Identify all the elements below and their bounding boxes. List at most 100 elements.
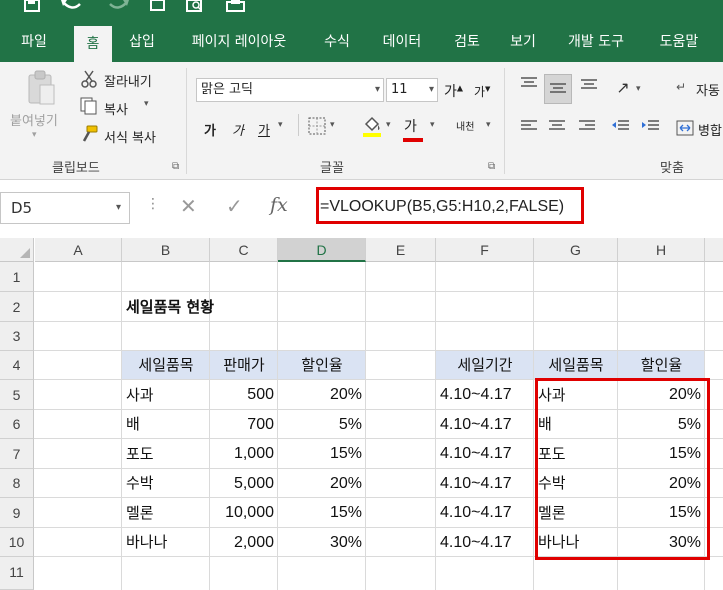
border-icon[interactable] (308, 117, 326, 139)
column-header-e[interactable]: E (366, 238, 436, 262)
table-cell-b5[interactable]: 사과 (122, 380, 210, 410)
row-header-3[interactable]: 3 (0, 322, 34, 351)
table-cell-g8[interactable]: 수박 (534, 469, 618, 498)
orientation-button[interactable]: ↗ (610, 78, 636, 102)
insert-function-icon[interactable]: fx (270, 194, 288, 216)
align-middle-button[interactable] (544, 74, 572, 104)
table-cell-b8[interactable]: 수박 (122, 469, 210, 498)
row-header-7[interactable]: 7 (0, 439, 34, 469)
row-header-10[interactable]: 10 (0, 528, 34, 557)
tab-help[interactable]: 도움말 (644, 22, 714, 62)
table-cell-d7[interactable]: 15% (278, 439, 366, 469)
column-header-f[interactable]: F (436, 238, 534, 262)
copy-icon[interactable] (80, 97, 98, 119)
undo-icon[interactable] (60, 0, 84, 14)
tab-page-layout[interactable]: 페이지 레이아웃 (176, 22, 302, 62)
column-header-g[interactable]: G (534, 238, 618, 262)
row-header-9[interactable]: 9 (0, 498, 34, 528)
border-dropdown-icon[interactable]: ▾ (330, 120, 335, 130)
increase-indent-button[interactable] (638, 118, 664, 142)
font-launcher-icon[interactable]: ⧉ (488, 161, 495, 172)
align-left-button[interactable] (516, 118, 542, 142)
paste-button[interactable]: 붙여넣기 (10, 110, 58, 129)
header-cell-f4[interactable]: 세일기간 (436, 351, 534, 380)
table-cell-f10[interactable]: 4.10~4.17 (436, 528, 534, 557)
align-right-button[interactable] (574, 118, 600, 142)
cut-button[interactable]: 잘라내기 (104, 71, 152, 90)
row-header-11[interactable]: 11 (0, 557, 34, 590)
font-color-dropdown-icon[interactable]: ▾ (430, 120, 435, 130)
table-cell-f7[interactable]: 4.10~4.17 (436, 439, 534, 469)
table-cell-h9[interactable]: 15% (618, 498, 705, 528)
table-cell-g9[interactable]: 멜론 (534, 498, 618, 528)
table-cell-b7[interactable]: 포도 (122, 439, 210, 469)
align-bottom-button[interactable] (576, 76, 602, 104)
sheet-title[interactable]: 세일품목 현황 (122, 292, 282, 322)
new-file-icon[interactable] (150, 0, 166, 14)
phonetic-dropdown-icon[interactable]: ▾ (486, 120, 491, 130)
save-icon[interactable] (24, 0, 40, 14)
table-cell-c9[interactable]: 10,000 (210, 498, 278, 528)
grow-font-button[interactable]: 가▲ (444, 81, 463, 101)
copy-button[interactable]: 복사 (104, 99, 128, 118)
tab-view[interactable]: 보기 (498, 22, 548, 62)
table-cell-f8[interactable]: 4.10~4.17 (436, 469, 534, 498)
tab-file[interactable]: 파일 (8, 22, 60, 62)
table-cell-c5[interactable]: 500 (210, 380, 278, 410)
row-header-1[interactable]: 1 (0, 262, 34, 292)
format-painter-button[interactable]: 서식 복사 (104, 127, 156, 146)
column-header-c[interactable]: C (210, 238, 278, 262)
column-header-d[interactable]: D (278, 238, 366, 262)
table-cell-h6[interactable]: 5% (618, 410, 705, 439)
format-painter-icon[interactable] (80, 125, 98, 147)
header-cell-c4[interactable]: 판매가 (210, 351, 278, 380)
tab-developer[interactable]: 개발 도구 (558, 22, 634, 62)
table-cell-b9[interactable]: 멜론 (122, 498, 210, 528)
cancel-icon[interactable]: ✕ (180, 194, 197, 218)
table-cell-c7[interactable]: 1,000 (210, 439, 278, 469)
column-header-b[interactable]: B (122, 238, 210, 262)
table-cell-d6[interactable]: 5% (278, 410, 366, 439)
merge-center-button[interactable]: 병합 (698, 120, 722, 139)
print-preview-icon[interactable] (186, 0, 208, 14)
print-icon[interactable] (226, 0, 246, 14)
tab-formulas[interactable]: 수식 (310, 22, 364, 62)
header-cell-g4[interactable]: 세일품목 (534, 351, 618, 380)
align-center-button[interactable] (544, 118, 570, 142)
tab-home[interactable]: 홈 (74, 26, 112, 62)
table-cell-h8[interactable]: 20% (618, 469, 705, 498)
header-cell-b4[interactable]: 세일품목 (122, 351, 210, 380)
row-header-8[interactable]: 8 (0, 469, 34, 498)
paste-icon[interactable] (26, 70, 56, 110)
table-cell-g5[interactable]: 사과 (534, 380, 618, 410)
decrease-indent-button[interactable] (608, 118, 634, 142)
copy-dropdown-icon[interactable]: ▾ (144, 99, 149, 109)
table-cell-b10[interactable]: 바나나 (122, 528, 210, 557)
table-cell-f9[interactable]: 4.10~4.17 (436, 498, 534, 528)
font-color-button[interactable]: 가 (403, 116, 423, 142)
bold-button[interactable]: 가 (204, 120, 216, 139)
table-cell-h7[interactable]: 15% (618, 439, 705, 469)
column-header-a[interactable]: A (35, 238, 122, 262)
table-cell-d5[interactable]: 20% (278, 380, 366, 410)
row-header-6[interactable]: 6 (0, 410, 34, 439)
tab-review[interactable]: 검토 (440, 22, 494, 62)
italic-button[interactable]: 가 (232, 120, 244, 139)
table-cell-c10[interactable]: 2,000 (210, 528, 278, 557)
table-cell-h10[interactable]: 30% (618, 528, 705, 557)
select-all-corner[interactable] (0, 238, 34, 262)
font-size-combo[interactable]: 11 ▾ (386, 78, 438, 102)
tab-insert[interactable]: 삽입 (118, 22, 166, 62)
underline-button[interactable]: 가 (258, 120, 270, 139)
fill-color-dropdown-icon[interactable]: ▾ (386, 120, 391, 130)
table-cell-f5[interactable]: 4.10~4.17 (436, 380, 534, 410)
table-cell-h5[interactable]: 20% (618, 380, 705, 410)
enter-icon[interactable]: ✓ (226, 194, 243, 218)
tab-data[interactable]: 데이터 (372, 22, 432, 62)
formula-bar-grip-icon[interactable]: ⋮ (146, 196, 160, 212)
column-header-next[interactable] (705, 238, 723, 262)
name-box[interactable]: D5 ▾ (0, 192, 130, 224)
row-header-4[interactable]: 4 (0, 351, 34, 380)
table-cell-f6[interactable]: 4.10~4.17 (436, 410, 534, 439)
row-header-2[interactable]: 2 (0, 292, 34, 322)
